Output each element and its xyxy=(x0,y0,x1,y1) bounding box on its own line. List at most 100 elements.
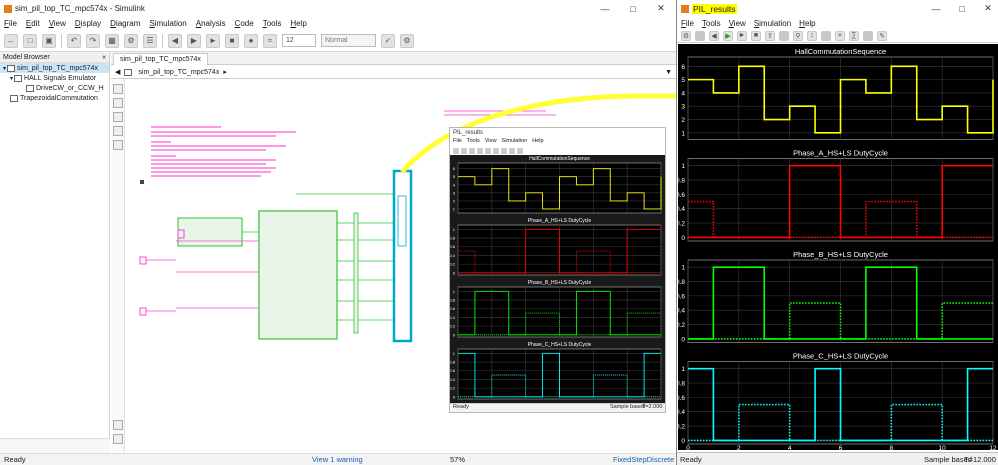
canvas-palette xyxy=(111,80,125,452)
stop-icon[interactable]: ■ xyxy=(751,30,761,41)
step-forward-icon[interactable]: ► xyxy=(737,30,747,41)
mini-scope-plots: HallCommutationSequence 1 2 3 4 5 6 Phase_A_HS+… xyxy=(450,155,665,403)
collapse-arrow-icon[interactable]: ▾ xyxy=(10,75,13,82)
pil-results-window: PIL_results — □ ✕ File Tools View Simula… xyxy=(676,0,998,465)
pil-minimize-button[interactable]: — xyxy=(923,0,949,17)
pil-maximize-button[interactable]: □ xyxy=(949,0,975,17)
tree-item-trapezoidal[interactable]: TrapezoidalCommutation xyxy=(0,93,109,103)
inport-block[interactable] xyxy=(139,307,147,316)
mini-menu-tools[interactable]: Tools xyxy=(467,138,480,146)
pil-menu-view[interactable]: View xyxy=(729,19,746,28)
nav-back-icon[interactable]: ◀ xyxy=(115,68,120,76)
model-settings-icon[interactable]: ⚙ xyxy=(124,33,138,48)
highlight-icon[interactable]: ⇧ xyxy=(765,30,775,41)
maximize-button[interactable]: □ xyxy=(620,0,646,17)
pil-menu-simulation[interactable]: Simulation xyxy=(754,19,791,28)
breadcrumb-dropdown-icon[interactable]: ▼ xyxy=(665,69,672,76)
pil-menu-help[interactable]: Help xyxy=(799,19,815,28)
annotation-icon[interactable] xyxy=(113,126,123,136)
step-back-icon[interactable]: ◀ xyxy=(709,30,719,41)
inport-block[interactable] xyxy=(139,256,147,265)
x-tick-label: 4 xyxy=(788,445,792,450)
menu-view[interactable]: View xyxy=(49,19,66,28)
cursor-measure-icon[interactable]: ⌖ xyxy=(835,30,845,41)
redo-icon[interactable]: ↷ xyxy=(86,33,100,48)
controller-subsystem-block[interactable] xyxy=(258,210,338,340)
tab-model[interactable]: sim_pil_top_TC_mpc574x xyxy=(113,53,208,65)
close-button[interactable]: ✕ xyxy=(648,0,674,17)
settings-icon[interactable]: ⚙ xyxy=(681,30,691,41)
zoom-100-icon[interactable] xyxy=(113,112,123,122)
y-tick-label: 0.2 xyxy=(450,386,456,391)
zoom-in-icon[interactable] xyxy=(113,84,123,94)
scope-block[interactable] xyxy=(392,169,413,343)
edit-icon[interactable]: ✎ xyxy=(877,30,887,41)
debug-icon[interactable]: ⚙ xyxy=(400,33,414,48)
mini-menu-simulation[interactable]: Simulation xyxy=(502,138,528,146)
save-icon[interactable]: ▣ xyxy=(42,33,56,48)
sim-mode-select[interactable]: Normal xyxy=(321,34,376,47)
run-icon[interactable]: ▶ xyxy=(187,33,201,48)
image-icon[interactable] xyxy=(113,140,123,150)
tree-item-hall-emulator[interactable]: ▾ HALL Signals Emulator xyxy=(0,73,109,83)
y-tick-label: 0 xyxy=(681,336,685,343)
menu-simulation[interactable]: Simulation xyxy=(149,19,186,28)
menu-diagram[interactable]: Diagram xyxy=(110,19,140,28)
step-forward-icon[interactable]: ► xyxy=(206,33,220,48)
status-zoom: 57% xyxy=(450,455,466,464)
status-warning-link[interactable]: View 1 warning xyxy=(312,455,363,464)
axes-title: Phase_B_HS+LS DutyCycle xyxy=(528,280,591,286)
status-solver-link[interactable]: FixedStepDiscrete xyxy=(613,455,674,464)
screenshot-icon[interactable] xyxy=(113,420,123,430)
pil-menu-file[interactable]: File xyxy=(681,19,694,28)
menu-help[interactable]: Help xyxy=(290,19,306,28)
menu-edit[interactable]: Edit xyxy=(26,19,40,28)
y-tick-label: 0.6 xyxy=(678,293,685,300)
library-browser-icon[interactable]: ▦ xyxy=(105,33,119,48)
model-explorer-icon[interactable]: ☰ xyxy=(143,33,157,48)
x-tick-label: 12 xyxy=(989,445,997,450)
pil-plot-area[interactable]: HallCommutationSequence 1 2 3 4 5 6 Phase_A_HS+… xyxy=(676,44,998,452)
y-tick-label: 2 xyxy=(453,198,456,203)
menu-analysis[interactable]: Analysis xyxy=(196,19,226,28)
y-tick-label: 0.6 xyxy=(450,244,456,249)
back-icon[interactable]: ← xyxy=(4,33,18,48)
menu-display[interactable]: Display xyxy=(75,19,101,28)
breadcrumb-item[interactable]: sim_pil_top_TC_mpc574x xyxy=(138,69,219,76)
pil-menu-tools[interactable]: Tools xyxy=(702,19,721,28)
minimize-button[interactable]: — xyxy=(592,0,618,17)
data-inspector-icon[interactable]: ≈ xyxy=(263,33,277,48)
y-tick-label: 0.6 xyxy=(678,395,685,402)
new-model-icon[interactable]: □ xyxy=(23,33,37,48)
y-tick-label: 0.2 xyxy=(678,322,685,329)
menu-file[interactable]: File xyxy=(4,19,17,28)
menu-tools[interactable]: Tools xyxy=(263,19,282,28)
stop-icon[interactable]: ■ xyxy=(225,33,239,48)
tree-item-drive[interactable]: DriveCW_or_CCW_H xyxy=(0,83,109,93)
mini-menu-view[interactable]: View xyxy=(485,138,497,146)
explorer-bar-icon[interactable] xyxy=(113,434,123,444)
y-tick-label: 3 xyxy=(453,190,456,195)
zoom-icon[interactable]: ⚲ xyxy=(793,30,803,41)
y-tick-label: 0.2 xyxy=(450,324,456,329)
y-tick-label: 0.2 xyxy=(678,424,685,431)
pil-close-button[interactable]: ✕ xyxy=(975,0,998,17)
tree-item-model[interactable]: ▾ sim_pil_top_TC_mpc574x xyxy=(0,63,109,73)
hall-emulator-block[interactable] xyxy=(177,217,243,247)
collapse-icon[interactable]: « xyxy=(102,54,109,61)
autoscale-icon[interactable]: ↕ xyxy=(807,30,817,41)
signal-stats-icon[interactable]: ∑ xyxy=(849,30,859,41)
menu-code[interactable]: Code xyxy=(235,19,254,28)
collapse-arrow-icon[interactable]: ▾ xyxy=(3,65,6,72)
model-advisor-icon[interactable]: ✓ xyxy=(381,33,395,48)
record-icon[interactable]: ● xyxy=(244,33,258,48)
fit-view-icon[interactable] xyxy=(113,98,123,108)
undo-icon[interactable]: ↶ xyxy=(67,33,81,48)
stop-time-input[interactable]: 12 xyxy=(282,34,316,47)
axes-title: HallCommutationSequence xyxy=(795,47,886,56)
mini-menu-help[interactable]: Help xyxy=(532,138,543,146)
step-back-icon[interactable]: ◀ xyxy=(168,33,182,48)
simulink-app-icon xyxy=(4,4,12,13)
run-icon[interactable]: ▶ xyxy=(723,30,733,41)
mini-menu-file[interactable]: File xyxy=(453,138,462,146)
